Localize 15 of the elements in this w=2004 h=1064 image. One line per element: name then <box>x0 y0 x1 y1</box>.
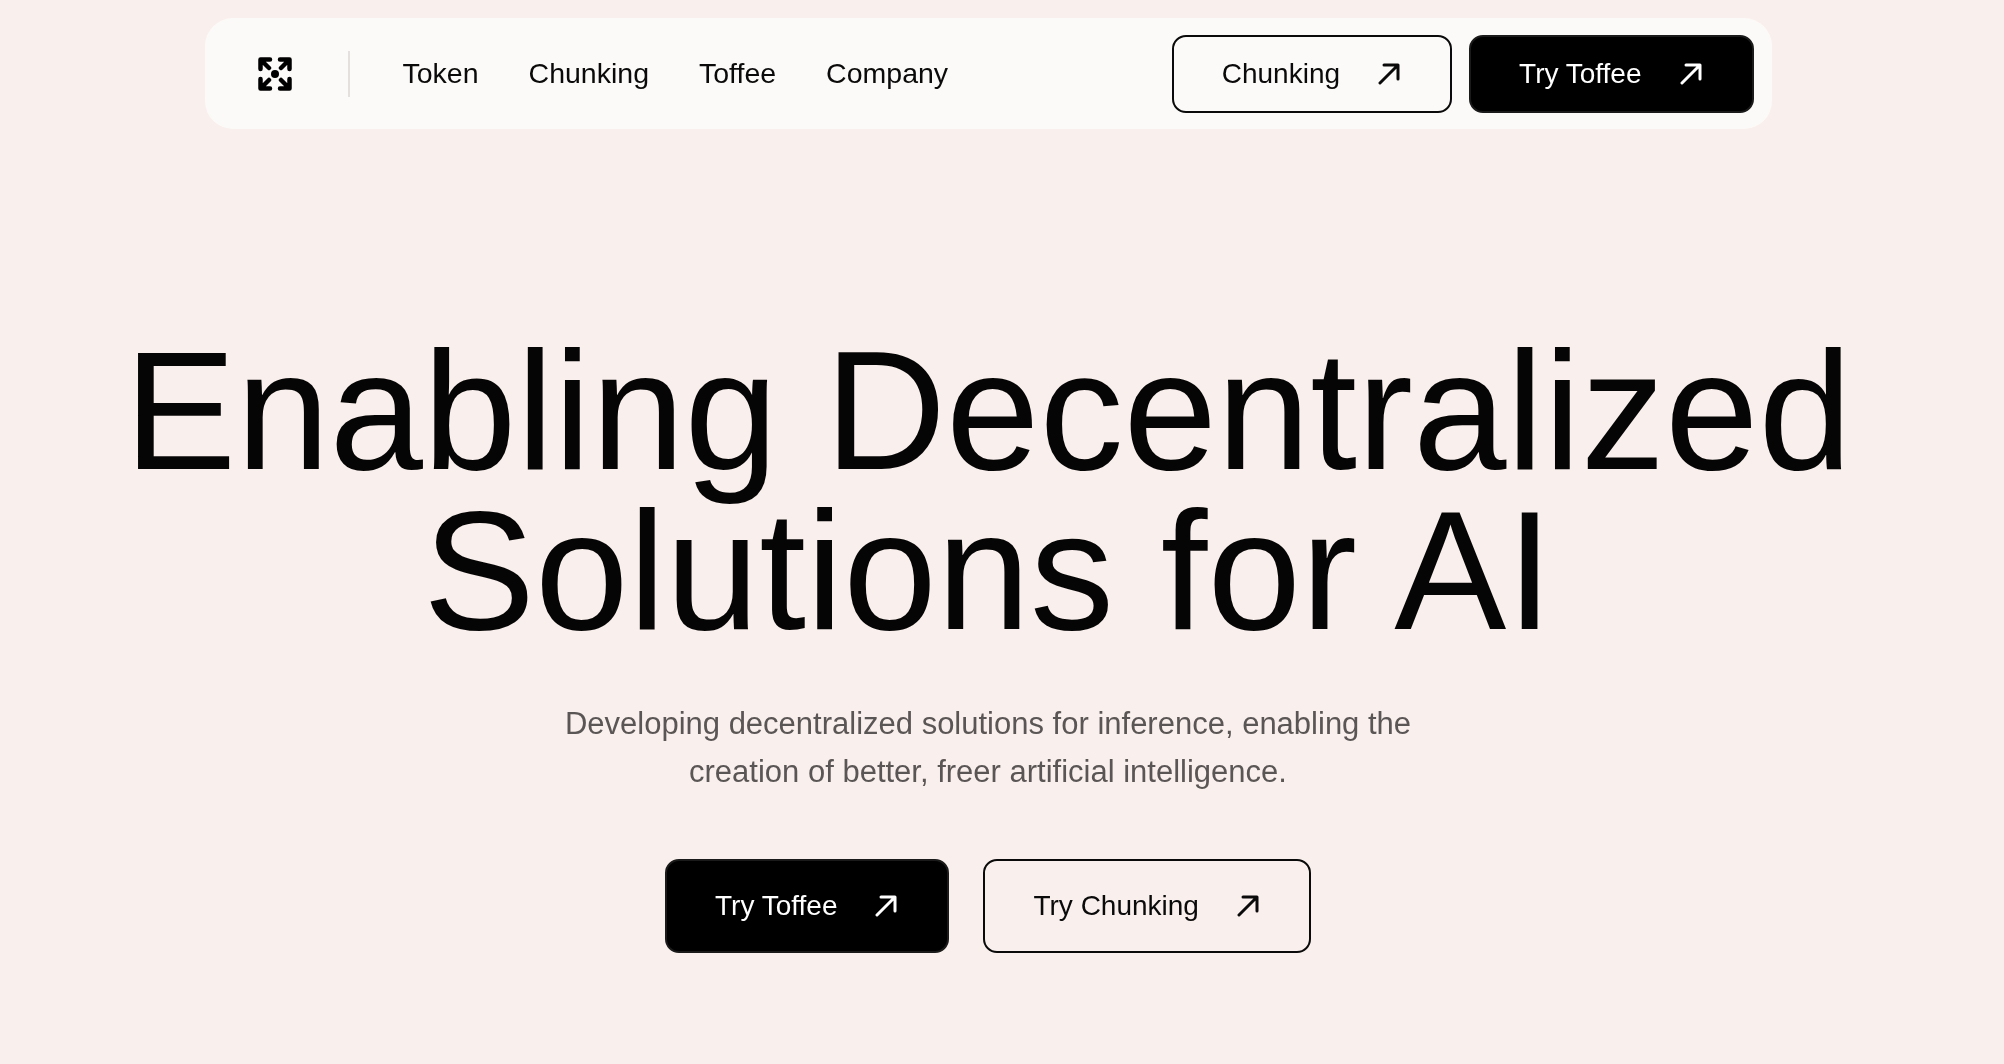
action-button[interactable]: Try Toffee <box>1469 34 1754 113</box>
action-button[interactable]: Try Toffee <box>665 859 950 953</box>
hero-subtitle: Developing decentralized solutions for inference, enabling the creation of better, freer artificial intelligence. <box>563 705 1413 791</box>
hero-title: Enabling Decentralized Solutions for AI <box>123 331 1853 651</box>
nav-link[interactable]: Toffee <box>699 57 777 90</box>
nav-link[interactable]: Company <box>826 57 949 90</box>
arrow-up-right-icon <box>875 895 898 917</box>
arrow-up-right-icon <box>1378 62 1401 85</box>
nav-link[interactable]: Chunking <box>528 57 649 90</box>
arrow-up-right-icon <box>1236 895 1259 917</box>
action-button[interactable]: Try Chunking <box>983 859 1311 953</box>
action-button[interactable]: Chunking <box>1171 34 1453 113</box>
logo-icon <box>257 56 292 91</box>
nav-link[interactable]: Token <box>402 57 479 90</box>
arrow-up-right-icon <box>1679 62 1702 85</box>
